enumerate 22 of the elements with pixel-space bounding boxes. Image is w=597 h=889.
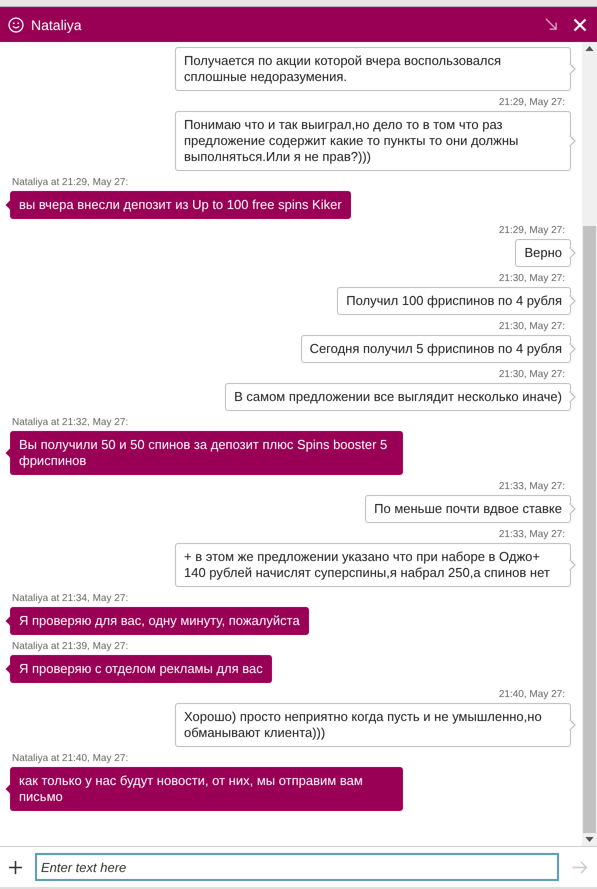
message-timestamp: 21:33, May 27: [498, 529, 565, 540]
message-timestamp: Nataliya at 21:32, May 27: [12, 417, 128, 428]
message-timestamp: 21:29, May 27: [498, 225, 565, 236]
scroll-up-icon[interactable] [585, 46, 594, 51]
close-icon[interactable] [573, 18, 587, 32]
scrollbar[interactable] [582, 42, 597, 846]
message-timestamp: 21:30, May 27: [498, 321, 565, 332]
message-timestamp: Nataliya at 21:39, May 27: [12, 641, 128, 652]
message-timestamp: 21:29, May 27: [498, 97, 565, 108]
message-input[interactable]: Enter text here [35, 853, 559, 881]
add-icon[interactable] [8, 860, 23, 874]
message-timestamp: Nataliya at 21:34, May 27: [12, 593, 128, 604]
chat-title: Nataliya [31, 16, 82, 32]
minimize-icon[interactable] [545, 18, 558, 31]
scroll-down-icon[interactable] [585, 837, 594, 842]
message-timestamp: Nataliya at 21:40, May 27: [12, 753, 128, 764]
message-timestamp: 21:33, May 27: [498, 481, 565, 492]
message-timestamp: 21:40, May 27: [498, 689, 565, 700]
message-timestamp: Nataliya at 21:29, May 27: [12, 177, 128, 188]
message-timestamp: 21:30, May 27: [498, 369, 565, 380]
message-timestamp: 21:30, May 27: [498, 273, 565, 284]
smiley-icon [8, 16, 24, 32]
